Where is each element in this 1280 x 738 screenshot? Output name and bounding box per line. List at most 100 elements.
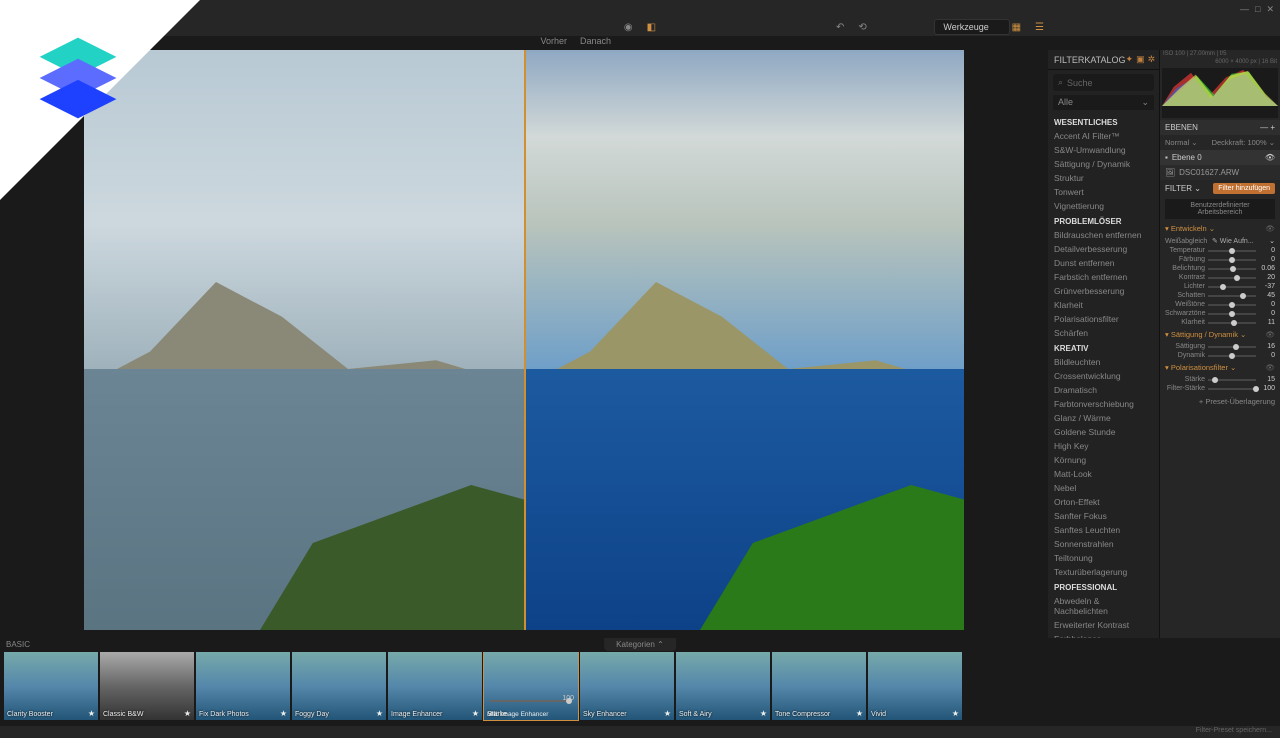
star-icon[interactable]: ✦: [1126, 54, 1134, 65]
favorite-star-icon[interactable]: ★: [376, 709, 383, 718]
slider-track[interactable]: [1208, 295, 1256, 297]
preset-thumb[interactable]: Foggy Day★: [292, 652, 386, 720]
preset-thumb[interactable]: Image Enhancer★: [388, 652, 482, 720]
filter-catalog-item[interactable]: Matt-Look: [1048, 467, 1159, 481]
filter-catalog-item[interactable]: Tonwert: [1048, 185, 1159, 199]
preset-thumb[interactable]: Vivid★: [868, 652, 962, 720]
preset-thumb[interactable]: Clarity Booster★: [4, 652, 98, 720]
preset-thumb[interactable]: Tone Compressor★: [772, 652, 866, 720]
filter-catalog-item[interactable]: Abwedeln & Nachbelichten: [1048, 594, 1159, 618]
filter-catalog-item[interactable]: Vignettierung: [1048, 199, 1159, 213]
slider-färbung[interactable]: Färbung0: [1160, 255, 1280, 264]
preset-overlay-button[interactable]: + Preset-Überlagerung: [1160, 393, 1280, 410]
filter-catalog-item[interactable]: Farbstich entfernen: [1048, 270, 1159, 284]
filter-catalog-item[interactable]: Detailverbesserung: [1048, 242, 1159, 256]
preset-thumb[interactable]: Stärke100Mild Image Enhancer: [484, 652, 578, 720]
slider-filter-stärke[interactable]: Filter-Stärke100: [1160, 384, 1280, 393]
filter-search-input[interactable]: ⌕ Suche: [1053, 74, 1154, 91]
filter-catalog-item[interactable]: Accent AI Filter™: [1048, 129, 1159, 143]
box-icon[interactable]: ▣: [1136, 54, 1145, 65]
filter-catalog-item[interactable]: Sättigung / Dynamik: [1048, 157, 1159, 171]
slider-track[interactable]: [1208, 388, 1256, 390]
favorite-star-icon[interactable]: ★: [664, 709, 671, 718]
slider-temperatur[interactable]: Temperatur0: [1160, 246, 1280, 255]
preset-thumb[interactable]: Classic B&W★: [100, 652, 194, 720]
filter-catalog-item[interactable]: Bildleuchten: [1048, 355, 1159, 369]
filter-catalog-item[interactable]: Orton-Effekt: [1048, 495, 1159, 509]
slider-stärke[interactable]: Stärke15: [1160, 375, 1280, 384]
undo-icon[interactable]: ↶: [832, 20, 848, 35]
filter-catalog-item[interactable]: S&W-Umwandlung: [1048, 143, 1159, 157]
slider-track[interactable]: [1208, 355, 1256, 357]
slider-sättigung[interactable]: Sättigung16: [1160, 342, 1280, 351]
blend-mode-dropdown[interactable]: Normal ⌄: [1165, 138, 1198, 147]
favorite-star-icon[interactable]: ★: [280, 709, 287, 718]
add-filter-button[interactable]: Filter hinzufügen: [1213, 183, 1275, 194]
panel-toggle-a-icon[interactable]: ▦: [1008, 20, 1025, 35]
workspace-dropdown[interactable]: Benutzerdefinierter Arbeitsbereich: [1165, 199, 1275, 219]
filter-group-header[interactable]: ▾ Entwickeln ⌄👁: [1160, 221, 1280, 236]
filter-catalog-item[interactable]: Texturüberlagerung: [1048, 565, 1159, 579]
eye-icon[interactable]: ◉: [620, 20, 637, 35]
slider-track[interactable]: [1208, 346, 1256, 348]
slider-schatten[interactable]: Schatten45: [1160, 291, 1280, 300]
slider-track[interactable]: [1208, 259, 1256, 261]
filter-catalog-item[interactable]: Sanfter Fokus: [1048, 509, 1159, 523]
panel-toggle-b-icon[interactable]: ☰: [1031, 20, 1048, 35]
filter-category-dropdown[interactable]: Alle⌄: [1053, 95, 1154, 110]
visibility-icon[interactable]: 👁: [1265, 330, 1275, 339]
filter-catalog-item[interactable]: Dunst entfernen: [1048, 256, 1159, 270]
visibility-icon[interactable]: 👁: [1265, 363, 1275, 372]
compare-split-handle[interactable]: [524, 50, 526, 630]
filter-catalog-item[interactable]: Sanftes Leuchten: [1048, 523, 1159, 537]
slider-track[interactable]: [1208, 277, 1256, 279]
slider-track[interactable]: [1208, 268, 1256, 270]
filter-catalog-item[interactable]: Klarheit: [1048, 298, 1159, 312]
favorite-star-icon[interactable]: ★: [760, 709, 767, 718]
slider-dynamik[interactable]: Dynamik0: [1160, 351, 1280, 360]
slider-belichtung[interactable]: Belichtung0.06: [1160, 264, 1280, 273]
slider-track[interactable]: [1208, 322, 1256, 324]
filter-catalog-item[interactable]: Körnung: [1048, 453, 1159, 467]
preset-strength-slider[interactable]: [490, 700, 572, 702]
filter-catalog-item[interactable]: Polarisationsfilter: [1048, 312, 1159, 326]
filter-catalog-item[interactable]: Sonnenstrahlen: [1048, 537, 1159, 551]
filter-catalog-item[interactable]: Farbtonverschiebung: [1048, 397, 1159, 411]
filter-catalog-item[interactable]: Schärfen: [1048, 326, 1159, 340]
favorite-star-icon[interactable]: ★: [88, 709, 95, 718]
layer-visibility-icon[interactable]: 👁: [1265, 153, 1275, 162]
filter-catalog-item[interactable]: High Key: [1048, 439, 1159, 453]
close-button[interactable]: ✕: [1266, 4, 1274, 15]
histogram[interactable]: [1162, 68, 1278, 118]
tools-dropdown[interactable]: Werkzeuge: [934, 19, 1009, 35]
slider-kontrast[interactable]: Kontrast20: [1160, 273, 1280, 282]
preset-thumb[interactable]: Sky Enhancer★: [580, 652, 674, 720]
visibility-icon[interactable]: 👁: [1265, 224, 1275, 233]
filter-catalog-item[interactable]: Teiltonung: [1048, 551, 1159, 565]
favorite-star-icon[interactable]: ★: [856, 709, 863, 718]
slider-lichter[interactable]: Lichter-37: [1160, 282, 1280, 291]
filter-group-header[interactable]: ▾ Sättigung / Dynamik ⌄👁: [1160, 327, 1280, 342]
save-preset-button[interactable]: Filter-Preset speichern...: [1196, 727, 1272, 734]
history-icon[interactable]: ⟲: [854, 20, 870, 35]
filter-catalog-item[interactable]: Grünverbesserung: [1048, 284, 1159, 298]
filter-catalog-item[interactable]: Goldene Stunde: [1048, 425, 1159, 439]
slider-schwarztöne[interactable]: Schwarztöne0: [1160, 309, 1280, 318]
filter-catalog-item[interactable]: Bildrauschen entfernen: [1048, 228, 1159, 242]
slider-track[interactable]: [1208, 250, 1256, 252]
filter-catalog-item[interactable]: Erweiterter Kontrast: [1048, 618, 1159, 632]
slider-track[interactable]: [1208, 286, 1256, 288]
gear-icon[interactable]: ✲: [1148, 54, 1156, 65]
slider-track[interactable]: [1208, 304, 1256, 306]
filter-group-header[interactable]: ▾ Polarisationsfilter ⌄👁: [1160, 360, 1280, 375]
filmstrip-categories-button[interactable]: Kategorien ⌃: [604, 638, 676, 651]
favorite-star-icon[interactable]: ★: [952, 709, 959, 718]
add-layer-button[interactable]: +: [1270, 123, 1275, 132]
preset-thumb[interactable]: Soft & Airy★: [676, 652, 770, 720]
favorite-star-icon[interactable]: ★: [184, 709, 191, 718]
collapse-icon[interactable]: —: [1260, 123, 1268, 132]
filter-catalog-item[interactable]: Dramatisch: [1048, 383, 1159, 397]
maximize-button[interactable]: □: [1255, 4, 1260, 14]
filter-catalog-item[interactable]: Struktur: [1048, 171, 1159, 185]
white-balance-row[interactable]: Weißabgleich✎ Wie Aufn...⌄: [1160, 236, 1280, 246]
